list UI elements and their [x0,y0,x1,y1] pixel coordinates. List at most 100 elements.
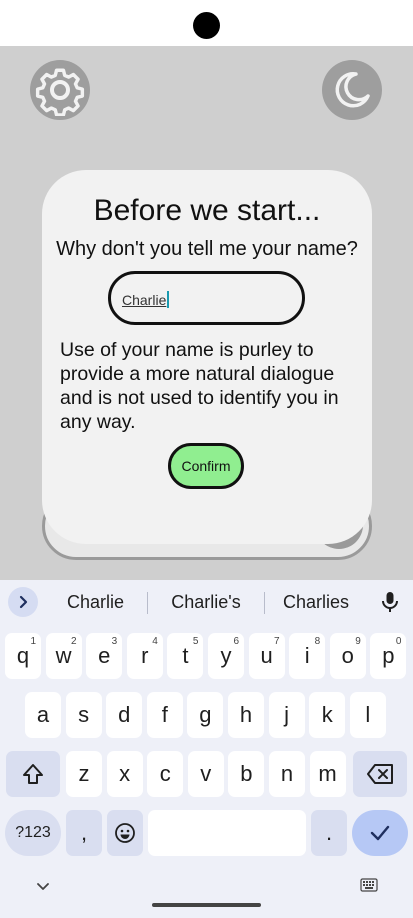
suggestion-divider [147,592,148,614]
key-v[interactable]: v [187,751,224,797]
key-label: j [284,702,290,727]
key-y[interactable]: y6 [208,633,244,679]
confirm-button[interactable]: Confirm [168,443,244,489]
period-key[interactable]: . [311,810,347,856]
space-key[interactable] [148,810,306,856]
suggestion-1[interactable]: Charlie [48,580,143,624]
shift-key[interactable] [6,751,60,797]
home-indicator[interactable] [152,903,261,907]
dialog-title: Before we start... [93,194,321,227]
key-l[interactable]: l [349,692,386,738]
key-label: s [78,702,90,727]
key-label: u [260,643,273,668]
suggestion-2[interactable]: Charlie's [153,580,259,624]
key-i[interactable]: i8 [289,633,326,679]
backspace-icon [367,764,393,784]
text-cursor [167,291,170,308]
backspace-key[interactable] [353,751,407,797]
key-label: l [365,702,371,727]
key-j[interactable]: j [268,692,305,738]
key-hint: 8 [314,636,321,647]
key-p[interactable]: p0 [370,633,407,679]
key-u[interactable]: u7 [248,633,285,679]
hide-keyboard-chevron-icon[interactable] [35,878,51,894]
enter-key[interactable] [352,810,408,856]
key-hint: 5 [192,636,199,647]
key-h[interactable]: h [228,692,264,738]
symbols-key[interactable]: ?123 [5,810,61,856]
key-label: x [119,761,131,786]
keyboard-menu-button[interactable] [8,587,38,617]
key-label: e [98,643,111,668]
phone-screen: Before we start... Why don't you tell me… [0,0,413,918]
key-hint: 6 [233,636,239,647]
moon-icon [335,72,370,108]
key-label: g [199,702,212,727]
key-s[interactable]: s [65,692,102,738]
checkmark-icon [370,825,390,841]
key-hint: 0 [395,636,402,647]
key-label: f [161,702,168,727]
key-label: o [341,643,354,668]
key-x[interactable]: x [106,751,143,797]
emoji-key[interactable] [107,810,143,856]
privacy-note: Use of your name is purley to provide a … [60,339,339,433]
key-label: n [280,761,294,786]
key-k[interactable]: k [309,692,346,738]
key-w[interactable]: w2 [45,633,82,679]
shift-arrow-icon [23,764,43,784]
key-t[interactable]: t5 [167,633,204,679]
key-label: m [318,761,337,786]
key-hint: 7 [274,636,280,647]
key-hint: 2 [71,636,77,647]
name-input-value: Charlie [122,291,170,308]
key-label: t [182,643,189,668]
key-label: b [240,761,253,786]
key-label: c [159,761,171,786]
keyboard-switch-icon[interactable] [360,878,378,892]
camera-cutout [193,12,220,39]
key-e[interactable]: e3 [86,633,123,679]
key-label: v [200,761,212,786]
navigation-bar [0,872,413,918]
name-text: Charlie [122,292,167,308]
key-label: w [55,643,72,668]
key-label: z [78,761,90,786]
key-label: i [304,643,310,668]
comma-key[interactable]: , [66,810,102,856]
key-o[interactable]: o9 [329,633,366,679]
emoji-icon [115,823,135,843]
key-label: a [36,702,50,727]
key-g[interactable]: g [187,692,224,738]
key-label: d [118,702,131,727]
key-f[interactable]: f [146,692,183,738]
key-c[interactable]: c [147,751,184,797]
settings-button[interactable] [30,60,90,120]
key-z[interactable]: z [66,751,102,797]
key-label: q [16,643,30,668]
key-q[interactable]: q1 [5,633,41,679]
key-hint: 1 [30,636,36,647]
key-hint: 3 [111,636,118,647]
onscreen-keyboard: Charlie Charlie's Charlies ?123 , . q 1 … [0,580,413,918]
app-background: Before we start... Why don't you tell me… [0,46,413,580]
key-label: y [220,643,232,668]
name-input[interactable]: Charlie [108,271,305,325]
suggestion-3[interactable]: Charlies [268,580,364,624]
suggestion-divider [264,592,265,614]
chevron-right-icon [19,595,28,609]
key-hint: 9 [355,636,361,647]
key-m[interactable]: m [309,751,346,797]
key-a[interactable]: a [25,692,61,738]
dark-mode-button[interactable] [322,60,382,120]
key-label: r [141,643,149,668]
status-bar [0,0,413,46]
key-hint: 4 [152,636,158,647]
key-label: p [382,643,395,668]
key-n[interactable]: n [269,751,305,797]
key-b[interactable]: b [228,751,265,797]
key-label: h [239,702,253,727]
key-r[interactable]: r4 [126,633,163,679]
key-d[interactable]: d [106,692,143,738]
microphone-icon[interactable] [378,590,402,614]
